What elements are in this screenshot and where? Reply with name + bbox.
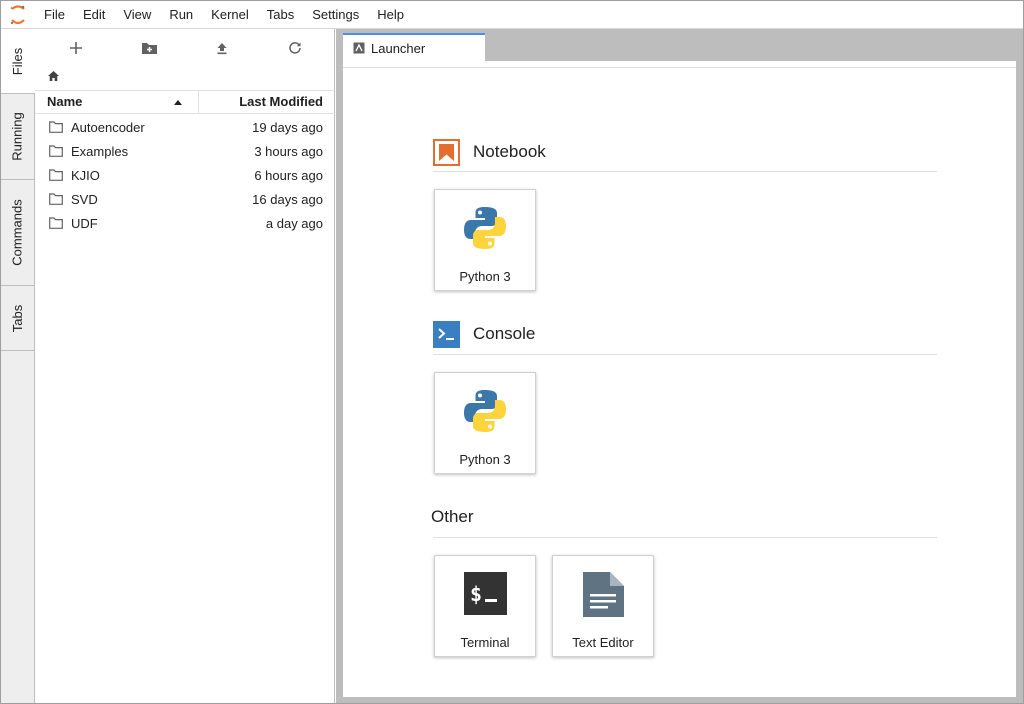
folder-icon [49, 169, 63, 181]
main-dock-area: Launcher Notebook Python 3 Console Pytho… [336, 29, 1023, 703]
menu-file[interactable]: File [35, 1, 74, 29]
list-item[interactable]: UDF a day ago [35, 211, 335, 235]
tab-files-label: Files [10, 47, 26, 75]
upload-button[interactable] [210, 37, 234, 59]
console-section-header: Console [433, 319, 535, 349]
file-modified: 6 hours ago [254, 167, 323, 183]
tab-running-label: Running [10, 112, 25, 161]
text-editor-card[interactable]: Text Editor [552, 555, 654, 657]
new-folder-icon [141, 43, 157, 54]
list-item[interactable]: Autoencoder 19 days ago [35, 115, 335, 139]
tab-tabs[interactable]: Tabs [1, 286, 34, 351]
console-section-title: Console [473, 324, 536, 343]
notebook-python3-label: Python 3 [459, 269, 511, 284]
upload-icon [217, 43, 227, 55]
text-file-icon [583, 572, 624, 617]
left-tab-strip: Files Running Commands Tabs [1, 29, 35, 703]
file-list-header: Name Last Modified [35, 90, 335, 114]
column-modified-header[interactable]: Last Modified [199, 91, 335, 113]
svg-text:$: $ [470, 582, 482, 606]
sort-ascending-icon [174, 100, 182, 105]
tab-files[interactable]: Files [1, 29, 35, 94]
folder-icon [49, 121, 63, 133]
notebook-python3-card[interactable]: Python 3 [434, 189, 536, 291]
launcher-tab-icon [353, 42, 365, 54]
console-python3-card[interactable]: Python 3 [434, 372, 536, 474]
launcher-panel: Notebook Python 3 Console Python 3 Other… [343, 61, 1016, 697]
file-name: KJIO [71, 167, 100, 183]
new-folder-button[interactable] [137, 37, 161, 59]
file-browser: Name Last Modified Autoencoder 19 days a… [35, 29, 335, 703]
notebook-section-divider [433, 171, 937, 172]
other-section-title: Other [431, 507, 474, 526]
menu-tabs[interactable]: Tabs [258, 1, 303, 29]
terminal-label: Terminal [460, 635, 510, 650]
file-modified: 16 days ago [252, 191, 323, 207]
file-name: Examples [71, 143, 129, 159]
breadcrumb-home[interactable] [47, 70, 67, 86]
menu-kernel[interactable]: Kernel [202, 1, 258, 29]
list-item[interactable]: Examples 3 hours ago [35, 139, 335, 163]
refresh-icon [289, 42, 301, 54]
tab-tabs-label: Tabs [10, 304, 25, 332]
menu-settings[interactable]: Settings [303, 1, 368, 29]
file-list: Autoencoder 19 days ago Examples 3 hours… [35, 115, 335, 235]
file-modified: 3 hours ago [254, 143, 323, 159]
jupyter-logo-icon [1, 1, 35, 29]
list-item[interactable]: SVD 16 days ago [35, 187, 335, 211]
python-logo-icon [464, 207, 506, 249]
menu-bar: File Edit View Run Kernel Tabs Settings … [1, 1, 1023, 29]
refresh-button[interactable] [283, 37, 307, 59]
tab-launcher[interactable]: Launcher [343, 33, 485, 61]
plus-icon [70, 42, 82, 54]
terminal-card[interactable]: $ Terminal [434, 555, 536, 657]
menu-view[interactable]: View [114, 1, 160, 29]
list-item[interactable]: KJIO 6 hours ago [35, 163, 335, 187]
python-logo-icon [464, 390, 506, 432]
folder-icon [49, 145, 63, 157]
menu-edit[interactable]: Edit [74, 1, 114, 29]
text-editor-label: Text Editor [572, 635, 634, 650]
tab-running[interactable]: Running [1, 94, 34, 180]
folder-icon [49, 217, 63, 229]
console-icon [433, 320, 460, 348]
notebook-icon [433, 138, 460, 166]
menu-help[interactable]: Help [368, 1, 413, 29]
jupyterlab-window: File Edit View Run Kernel Tabs Settings … [0, 0, 1024, 704]
column-modified-label: Last Modified [239, 94, 323, 109]
file-modified: a day ago [265, 215, 323, 231]
file-modified: 19 days ago [252, 119, 323, 135]
file-browser-toolbar [35, 29, 335, 65]
console-python3-label: Python 3 [459, 452, 511, 467]
terminal-icon: $ [464, 572, 507, 615]
file-name: SVD [71, 191, 98, 207]
panel-top-divider [343, 67, 1016, 68]
menu-run[interactable]: Run [160, 1, 202, 29]
tab-commands[interactable]: Commands [1, 180, 34, 286]
file-name: UDF [71, 215, 98, 231]
other-section-header: Other [431, 502, 474, 532]
notebook-section-title: Notebook [473, 142, 546, 161]
folder-icon [49, 193, 63, 205]
home-icon [48, 71, 59, 81]
console-section-divider [433, 354, 937, 355]
file-name: Autoencoder [71, 119, 145, 135]
column-name-label: Name [47, 94, 83, 109]
tab-commands-label: Commands [10, 199, 25, 266]
other-section-divider [433, 537, 937, 538]
tab-launcher-label: Launcher [371, 40, 426, 56]
notebook-section-header: Notebook [433, 137, 546, 167]
column-name-header[interactable]: Name [35, 91, 199, 113]
new-launcher-button[interactable] [64, 37, 88, 59]
